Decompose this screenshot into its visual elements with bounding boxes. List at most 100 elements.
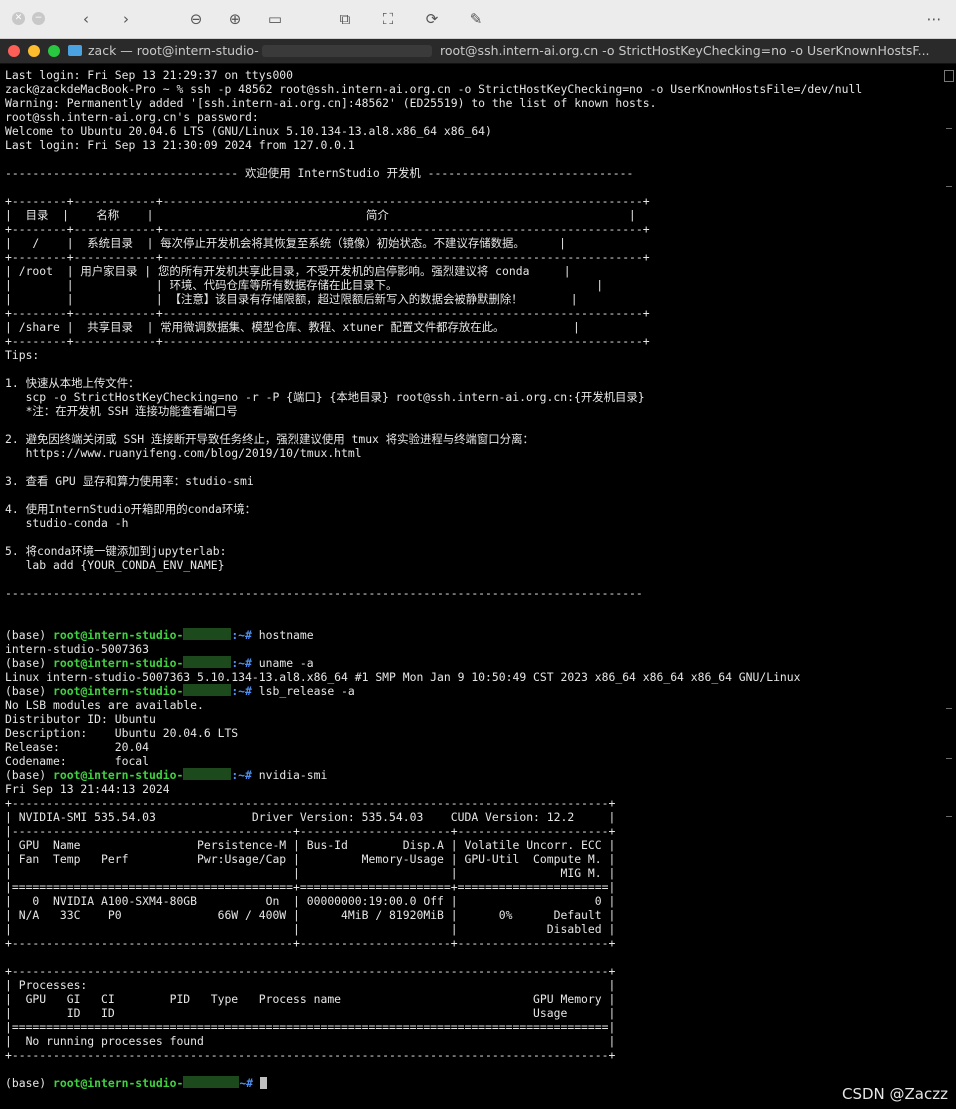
scroll-mark: [946, 708, 952, 710]
markup-icon[interactable]: ✎: [466, 9, 486, 29]
tips-line: Tips:: [5, 348, 40, 362]
command-text: hostname: [258, 628, 314, 642]
tips-line: ----------------------------------------…: [5, 586, 643, 600]
tips-line: 3. 查看 GPU 显存和算力使用率：studio-smi: [5, 474, 254, 488]
prompt-line: (base) root@intern-studio-:~# hostname: [5, 628, 940, 642]
nvidia-line: | GPU Name Persistence-M | Bus-Id Disp.A…: [5, 838, 616, 852]
terminal-line: root@ssh.intern-ai.org.cn's password:: [5, 110, 259, 124]
tips-line: [5, 614, 940, 628]
redacted-host: [183, 768, 232, 780]
table-line: +--------+------------+-----------------…: [5, 334, 650, 348]
nvidia-line: | Fan Temp Perf Pwr:Usage/Cap | Memory-U…: [5, 852, 616, 866]
prompt-tail: :~#: [231, 628, 259, 642]
command-text: nvidia-smi: [258, 768, 328, 782]
prompt-user: root@intern-studio-: [53, 1076, 184, 1090]
prompt-line: (base) root@intern-studio-:~# lsb_releas…: [5, 684, 940, 698]
window-titlebar: zack — root@intern-studio- root@ssh.inte…: [0, 39, 956, 64]
tips-line: 4. 使用InternStudio开箱即用的conda环境：: [5, 502, 257, 516]
tips-section: Tips: 1. 快速从本地上传文件： scp -o StrictHostKeyC…: [5, 348, 940, 628]
fit-icon[interactable]: ▭: [265, 9, 285, 29]
table-line: | / | 系统目录 | 每次停止开发机会将其恢复至系统（镜像）初始状态。不建议…: [5, 236, 566, 250]
tips-line: [5, 460, 940, 474]
share-icon[interactable]: ⧉: [335, 9, 355, 29]
nvidia-line: Fri Sep 13 21:44:13 2024: [5, 782, 170, 796]
zoom-in-icon[interactable]: ⊕: [225, 9, 245, 29]
directory-table: +--------+------------+-----------------…: [5, 194, 940, 348]
lsb-line: Release: 20.04: [5, 740, 150, 754]
terminal-line: Warning: Permanently added '[ssh.intern-…: [5, 96, 657, 110]
lsb-line: Codename: focal: [5, 754, 150, 768]
terminal-line: zack@zackdeMacBook-Pro ~ % ssh -p 48562 …: [5, 82, 863, 96]
lsb-line: No LSB modules are available.: [5, 698, 204, 712]
terminal-line: Welcome to Ubuntu 20.04.6 LTS (GNU/Linux…: [5, 124, 492, 138]
prompt-line: (base) root@intern-studio-:~# nvidia-smi: [5, 768, 940, 782]
more-icon[interactable]: ⋯: [924, 9, 944, 29]
close-button[interactable]: [8, 45, 20, 57]
tips-line: [5, 530, 940, 544]
prompt-tail: :~#: [231, 656, 259, 670]
tips-line: scp -o StrictHostKeyChecking=no -r -P {端…: [5, 390, 645, 404]
tips-line: [5, 488, 940, 502]
scroll-mark: [946, 816, 952, 818]
terminal-line: Last login: Fri Sep 13 21:30:09 2024 fro…: [5, 138, 355, 152]
prompt-user: root@intern-studio-: [53, 656, 184, 670]
back-icon[interactable]: ‹: [76, 9, 96, 29]
nvidia-smi-output: Fri Sep 13 21:44:13 2024 +---------------…: [5, 782, 940, 1062]
nvidia-line: | | | MIG M. |: [5, 866, 616, 880]
scrollbar[interactable]: [942, 68, 954, 1108]
close-icon[interactable]: ✕: [12, 12, 25, 25]
prompt-line: (base) root@intern-studio- ~#: [5, 1076, 940, 1090]
banner-line: ---------------------------------- 欢迎使用 …: [5, 166, 634, 180]
text-cursor: [259, 1077, 267, 1089]
crop-icon[interactable]: ⛶: [378, 9, 398, 29]
tips-line: 1. 快速从本地上传文件：: [5, 376, 140, 390]
table-line: +--------+------------+-----------------…: [5, 194, 650, 208]
tips-line: studio-conda -h: [5, 516, 129, 530]
redacted-host: [183, 1076, 240, 1088]
nvidia-line: +---------------------------------------…: [5, 796, 616, 810]
prompt-base: (base): [5, 768, 54, 782]
tips-line: [5, 600, 940, 614]
watermark: CSDN @Zaczz: [842, 1085, 948, 1103]
prompt-user: root@intern-studio-: [53, 628, 184, 642]
prompt-base: (base): [5, 1076, 54, 1090]
rotate-icon[interactable]: ⟳: [422, 9, 442, 29]
scroll-marks: [942, 68, 956, 1108]
nvidia-line: |=======================================…: [5, 1020, 616, 1034]
redacted-host: [183, 656, 232, 668]
zoom-out-icon[interactable]: ⊖: [186, 9, 206, 29]
prompt-tail: :~#: [231, 684, 259, 698]
prompt-tail: ~#: [239, 1076, 260, 1090]
table-line: | | | 【注意】该目录有存储限额，超过限额后新写入的数据会被静默删除！ |: [5, 292, 578, 306]
tips-line: [5, 572, 940, 586]
nvidia-line: | ID ID Usage |: [5, 1006, 616, 1020]
forward-icon[interactable]: ›: [116, 9, 136, 29]
viewer-toolbar: ✕ − ‹ › ⊖ ⊕ ▭ ⧉ ⛶ ⟳ ✎ ⋯: [0, 0, 956, 39]
scroll-mark: [946, 758, 952, 760]
prompt-user: root@intern-studio-: [53, 768, 184, 782]
terminal-output[interactable]: Last login: Fri Sep 13 21:29:37 on ttys0…: [5, 68, 940, 1108]
redacted-host: [183, 628, 232, 640]
nvidia-line: | 0 NVIDIA A100-SXM4-80GB On | 00000000:…: [5, 894, 616, 908]
table-line: +--------+------------+-----------------…: [5, 306, 650, 320]
terminal-line: Last login: Fri Sep 13 21:29:37 on ttys0…: [5, 68, 294, 82]
prompt-line: (base) root@intern-studio- :~# uname -a: [5, 656, 940, 670]
nvidia-line: +---------------------------------------…: [5, 964, 616, 978]
tips-line: [5, 362, 940, 376]
table-line: | | | 环境、代码仓库等所有数据存储在此目录下。 |: [5, 278, 604, 292]
redacted-host: [183, 684, 232, 696]
prompt-base: (base): [5, 656, 54, 670]
window-title-right: root@ssh.intern-ai.org.cn -o StrictHostK…: [440, 43, 930, 58]
terminal-line: Linux intern-studio-5007363 5.10.134-13.…: [5, 670, 801, 684]
prompt-base: (base): [5, 684, 54, 698]
lsb-line: Description: Ubuntu 20.04.6 LTS: [5, 726, 239, 740]
nvidia-line: [5, 950, 940, 964]
minimize-button[interactable]: [28, 45, 40, 57]
zoom-button[interactable]: [48, 45, 60, 57]
nvidia-line: +---------------------------------------…: [5, 1048, 616, 1062]
command-text: uname -a: [258, 656, 314, 670]
window-title-left: zack — root@intern-studio-: [88, 43, 259, 58]
nvidia-line: | NVIDIA-SMI 535.54.03 Driver Version: 5…: [5, 810, 616, 824]
minimize-icon[interactable]: −: [32, 12, 45, 25]
